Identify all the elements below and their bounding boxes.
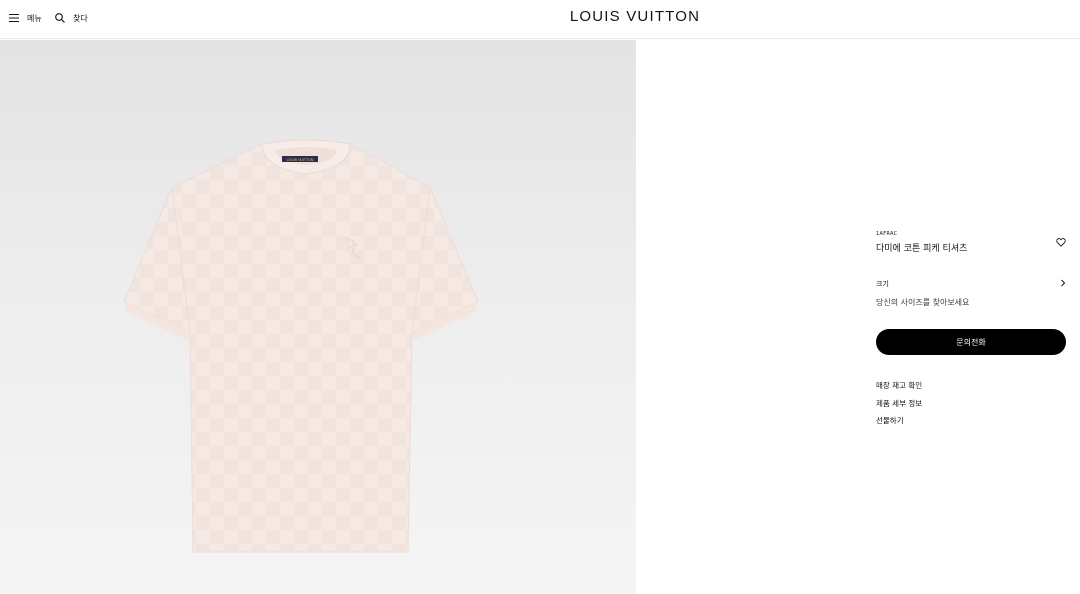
- product-details-link[interactable]: 제품 세부 정보: [876, 399, 922, 417]
- chevron-right-icon: [1060, 279, 1066, 289]
- contact-button[interactable]: 문의전화: [876, 329, 1066, 355]
- product-title: 다미에 코튼 피케 티셔츠: [876, 244, 968, 254]
- find-your-size-link[interactable]: 당신의 사이즈를 찾아보세요: [876, 297, 969, 308]
- size-label: 크기: [876, 280, 889, 288]
- product-sku: 1AFRAC: [876, 231, 898, 237]
- product-links: 매장 재고 확인 제품 세부 정보 선물하기: [876, 381, 922, 434]
- product-image: LOUIS VUITTON: [0, 40, 636, 594]
- neck-label-text: LOUIS VUITTON: [287, 158, 314, 162]
- brand-logo[interactable]: LOUIS VUITTON: [0, 8, 1080, 26]
- gift-link[interactable]: 선물하기: [876, 416, 922, 434]
- wishlist-heart-icon[interactable]: [1056, 232, 1066, 251]
- size-selector[interactable]: 크기: [876, 279, 1066, 289]
- t-shirt-illustration: LOUIS VUITTON: [123, 139, 479, 553]
- site-header: 메뉴 찾다 LOUIS VUITTON: [0, 0, 1080, 39]
- check-store-stock-link[interactable]: 매장 재고 확인: [876, 381, 922, 399]
- product-info-panel: 1AFRAC 다미에 코튼 피케 티셔츠 크기 당신의 사이즈를 찾아보세요 문…: [876, 231, 1066, 425]
